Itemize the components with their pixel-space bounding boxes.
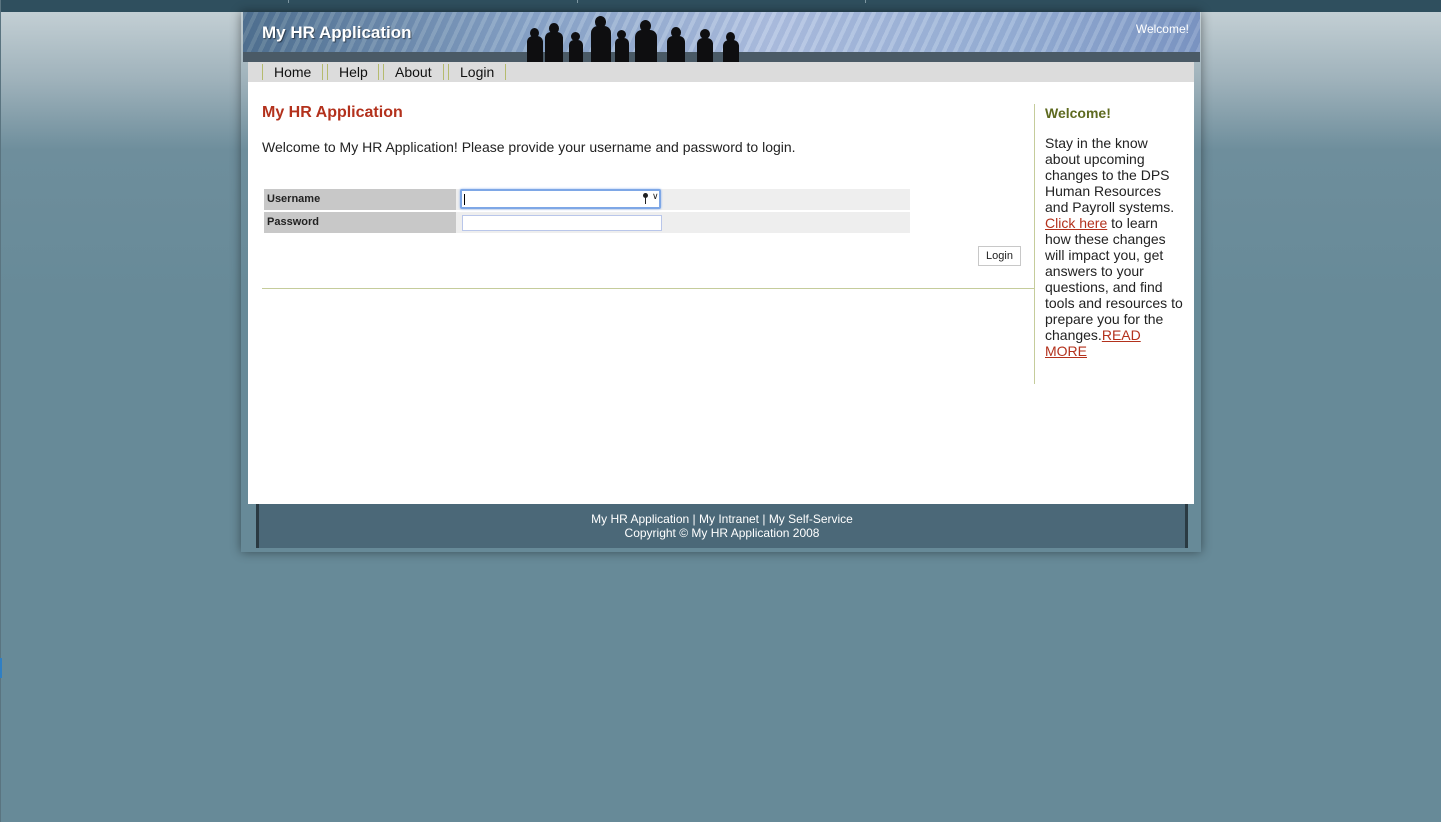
nav-separator: [443, 64, 444, 80]
footer-link-intranet[interactable]: My Intranet: [699, 512, 759, 526]
scroll-marker: [0, 658, 2, 678]
text-caret: [464, 194, 465, 205]
header-banner: My HR Application Welcome!: [243, 12, 1200, 62]
topbar-divider: [288, 0, 289, 3]
nav-item-home[interactable]: Home: [274, 64, 311, 80]
sidebar-text-1: Stay in the know about upcoming changes …: [1045, 135, 1175, 215]
chevron-down-icon[interactable]: ∨: [652, 191, 659, 202]
login-button[interactable]: Login: [978, 246, 1021, 266]
click-here-link[interactable]: Click here: [1045, 215, 1107, 231]
username-label: Username: [264, 189, 456, 210]
nav-separator: [262, 64, 263, 80]
sidebar-divider: [1034, 104, 1035, 384]
password-label: Password: [264, 212, 456, 233]
page-title: My HR Application: [262, 104, 403, 121]
footer-separator: |: [759, 512, 769, 526]
nav-item-login[interactable]: Login: [460, 64, 494, 80]
nav-separator: [448, 64, 449, 80]
nav-item-help[interactable]: Help: [339, 64, 368, 80]
footer-separator: |: [689, 512, 699, 526]
window-left-edge: [0, 0, 1, 822]
copyright-text: Copyright © My HR Application 2008: [624, 526, 820, 540]
footer-link-self-service[interactable]: My Self-Service: [769, 512, 853, 526]
nav-separator: [322, 64, 323, 80]
team-silhouette-image: [511, 12, 751, 62]
nav-separator: [383, 64, 384, 80]
footer-link-hr-app[interactable]: My HR Application: [591, 512, 689, 526]
footer: My HR Application | My Intranet | My Sel…: [256, 504, 1188, 548]
footer-links: My HR Application | My Intranet | My Sel…: [259, 512, 1185, 526]
intro-text: Welcome to My HR Application! Please pro…: [262, 139, 796, 155]
nav-bar: Home Help About Login: [248, 62, 1194, 82]
key-icon[interactable]: [642, 193, 652, 205]
password-input[interactable]: [462, 215, 662, 231]
divider: [262, 288, 1035, 289]
welcome-text: Welcome!: [1135, 22, 1189, 36]
topbar-divider: [577, 0, 578, 3]
topbar-divider: [865, 0, 866, 3]
sidebar-text-2: to learn how these changes will impact y…: [1045, 215, 1183, 343]
content-panel: Home Help About Login My HR Application …: [248, 62, 1194, 504]
nav-separator: [505, 64, 506, 80]
nav-separator: [327, 64, 328, 80]
username-input[interactable]: ∨: [460, 189, 661, 209]
sidebar-title: Welcome!: [1045, 105, 1111, 121]
nav-item-about[interactable]: About: [395, 64, 432, 80]
sidebar-text: Stay in the know about upcoming changes …: [1045, 135, 1185, 359]
app-title: My HR Application: [262, 23, 412, 42]
nav-separator: [378, 64, 379, 80]
